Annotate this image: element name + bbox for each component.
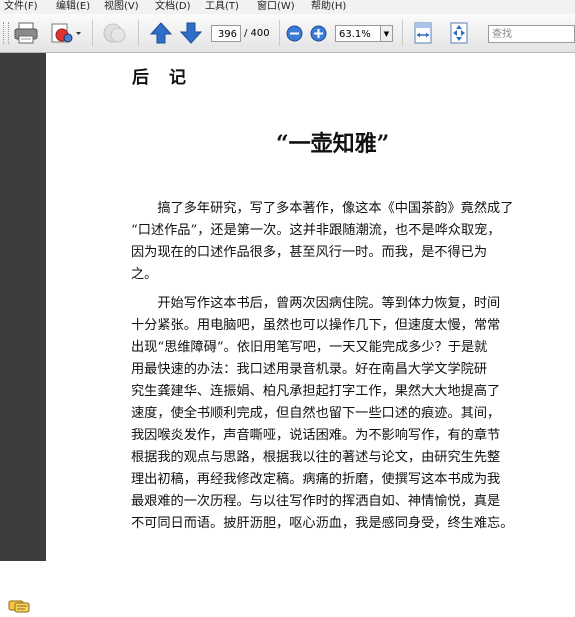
share-button[interactable] (48, 21, 82, 45)
review-button[interactable] (101, 21, 129, 45)
page-number-input[interactable]: 396 (211, 25, 241, 42)
paragraph: 搞了多年研究，写了多本著作，像这本《中国茶韵》竟然成了 “口述作品”，还是第一次… (131, 198, 571, 286)
text-line: 我因喉炎发作，声音嘶哑，说话困难。为不影响写作，有的章节 (131, 428, 501, 443)
menu-view[interactable]: 视图(V) (104, 0, 139, 13)
chapter-heading: 后记 (132, 68, 206, 88)
document-page: 后记 “一壶知雅” 搞了多年研究，写了多本著作，像这本《中国茶韵》竟然成了 “口… (46, 53, 575, 561)
page-total: / 400 (244, 28, 270, 39)
menu-window[interactable]: 窗口(W) (257, 0, 295, 13)
text-line: 最艰难的一次历程。与以往写作时的挥洒自如、神情愉悦，真是 (131, 494, 501, 509)
toolbar-separator (138, 20, 139, 46)
text-line: 因为现在的口述作品很多，甚至风行一时。而我，是不得已为 (131, 245, 488, 260)
menu-edit[interactable]: 编辑(E) (56, 0, 90, 13)
fit-width-icon (450, 22, 468, 44)
toolbar-grip[interactable] (3, 22, 9, 44)
menu-bar: 文件(F) 编辑(E) 视图(V) 文档(D) 工具(T) 窗口(W) 帮助(H… (0, 0, 575, 14)
text-line: 用最快速的办法：我口述用录音机录。好在南昌大学文学院研 (131, 362, 488, 377)
text-line: 速度，使全书顺利完成，但自然也留下一些口述的痕迹。其间， (131, 406, 501, 421)
menu-tools[interactable]: 工具(T) (205, 0, 239, 13)
print-button[interactable] (13, 21, 39, 45)
comment-icon (8, 600, 30, 613)
toolbar-separator (279, 20, 280, 46)
next-page-button[interactable] (179, 21, 203, 45)
fit-page-button[interactable] (412, 21, 434, 45)
zoom-in-icon (310, 25, 327, 42)
fit-width-button[interactable] (448, 21, 470, 45)
chapter-title: “一壶知雅” (276, 131, 390, 157)
printer-icon (14, 22, 38, 44)
zoom-out-icon (286, 25, 303, 42)
zoom-out-button[interactable] (286, 25, 303, 42)
zoom-dropdown-button[interactable]: ▼ (381, 25, 393, 42)
fit-page-icon (414, 22, 432, 44)
text-line: 根据我的观点与思路，根据我以往的著述与论文，由研究生先整 (131, 450, 501, 465)
text-line: 不可同日而语。披肝沥胆，呕心沥血，我是感同身受，终生难忘。 (131, 516, 514, 531)
arrow-up-icon (149, 22, 173, 44)
menu-file[interactable]: 文件(F) (4, 0, 38, 13)
zoom-in-button[interactable] (310, 25, 327, 42)
text-line: “口述作品”，还是第一次。这并非跟随潮流，也不是哗众取宠， (131, 223, 501, 238)
text-line: 开始写作这本书后，曾两次因病住院。等到体力恢复，时间 (131, 296, 501, 311)
review-icon (103, 23, 126, 43)
text-line: 理出初稿，再经我修改定稿。病痛的折磨，使撰写这本书成为我 (131, 472, 501, 487)
comment-button[interactable] (8, 598, 30, 613)
toolbar-separator (92, 20, 93, 46)
text-line: 十分紧张。用电脑吧，虽然也可以操作几下，但速度太慢，常常 (131, 318, 501, 333)
search-input[interactable]: 查找 (488, 25, 575, 43)
chevron-down-icon: ▼ (383, 30, 390, 38)
toolbar-separator (402, 20, 403, 46)
menu-document[interactable]: 文档(D) (155, 0, 191, 13)
text-line: 搞了多年研究，写了多本著作，像这本《中国茶韵》竟然成了 (131, 201, 514, 216)
share-icon (51, 23, 81, 43)
toolbar: 396 / 400 63.1% ▼ 查找 (0, 14, 575, 53)
paragraph: 开始写作这本书后，曾两次因病住院。等到体力恢复，时间 十分紧张。用电脑吧，虽然也… (131, 293, 571, 535)
text-line: 之。 (131, 267, 158, 282)
text-line: 出现“思维障碍”。依旧用笔写吧，一天又能完成多少？于是就 (131, 340, 488, 355)
zoom-level-input[interactable]: 63.1% (335, 25, 381, 42)
text-line: 究生龚建华、连振娟、柏凡承担起打字工作，果然大大地提高了 (131, 384, 501, 399)
arrow-down-icon (179, 22, 203, 44)
menu-help[interactable]: 帮助(H) (311, 0, 346, 13)
previous-page-button[interactable] (149, 21, 173, 45)
navigation-panel (0, 53, 46, 613)
